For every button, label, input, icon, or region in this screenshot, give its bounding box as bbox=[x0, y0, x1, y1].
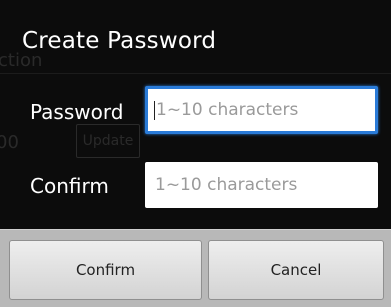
password-placeholder: 1~10 characters bbox=[156, 100, 299, 120]
title-divider bbox=[0, 73, 391, 74]
dialog-button-bar: Confirm Cancel bbox=[0, 229, 391, 307]
confirm-button[interactable]: Confirm bbox=[9, 240, 202, 300]
confirm-label: Confirm bbox=[30, 174, 109, 198]
background-text: 00 bbox=[0, 132, 19, 153]
cancel-button[interactable]: Cancel bbox=[208, 240, 384, 300]
confirm-input[interactable]: 1~10 characters bbox=[145, 162, 378, 208]
dialog-title: Create Password bbox=[22, 28, 217, 54]
text-cursor bbox=[154, 100, 155, 120]
confirm-placeholder: 1~10 characters bbox=[155, 175, 298, 195]
password-label: Password bbox=[30, 100, 124, 124]
password-input[interactable]: 1~10 characters bbox=[145, 86, 378, 134]
background-update-button: Update bbox=[76, 124, 140, 158]
create-password-dialog: ction 00 Update Create Password Password… bbox=[0, 0, 391, 307]
